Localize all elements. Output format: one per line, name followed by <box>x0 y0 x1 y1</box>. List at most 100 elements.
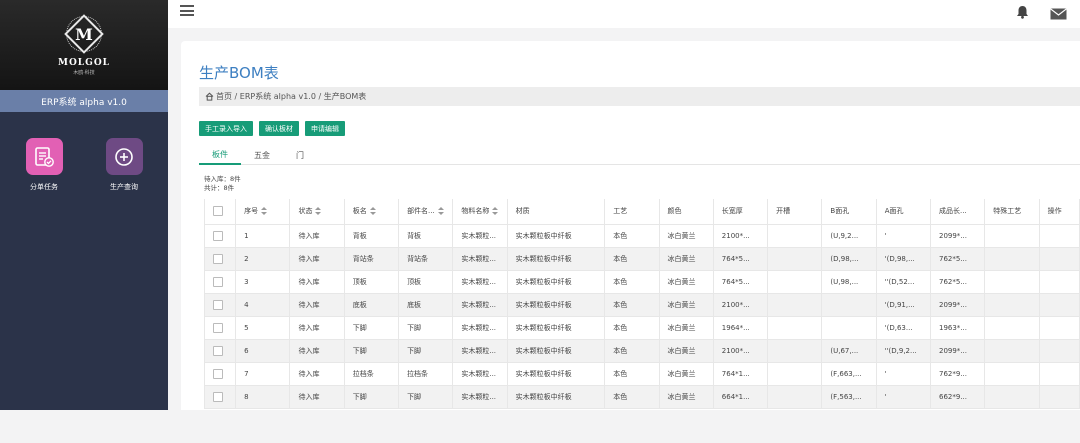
sort-icon[interactable] <box>261 207 268 216</box>
table-cell: 8 <box>235 384 291 409</box>
select-all-checkbox[interactable] <box>204 199 237 225</box>
table-cell: 5 <box>235 315 291 340</box>
table-cell: 下脚 <box>343 384 400 409</box>
sort-icon[interactable] <box>492 207 499 216</box>
row-checkbox[interactable] <box>204 361 237 386</box>
row-checkbox[interactable] <box>204 315 237 340</box>
column-header-label: 特殊工艺 <box>993 207 1022 216</box>
table-cell: 2100*... <box>712 223 769 248</box>
row-checkbox[interactable] <box>204 269 237 294</box>
request-edit-button[interactable]: 申请编辑 <box>305 121 345 136</box>
table-cell: 2099*... <box>929 223 986 248</box>
table-row[interactable]: 5 待入库 下脚 下脚 实木颗粒... 实木颗粒板中纤板 本色 冰白黄兰 1964*... '(D… <box>204 315 1080 340</box>
table-cell <box>767 292 823 317</box>
app-production-query[interactable]: 生产查询 <box>89 138 159 192</box>
table-row[interactable]: 3 待入库 顶板 顶板 实木颗粒... 实木颗粒板中纤板 本色 冰白黄兰 764*5... (U,… <box>204 269 1080 294</box>
column-header: 特殊工艺 <box>984 199 1040 225</box>
table-cell: 实木颗粒... <box>452 246 508 271</box>
table-cell: 实木颗粒... <box>452 361 508 386</box>
toolbar: 手工录入导入 确认板材 申请编辑 <box>199 121 345 136</box>
table-cell: 764*5... <box>712 269 769 294</box>
sort-icon[interactable] <box>369 207 376 216</box>
sort-icon[interactable] <box>437 207 444 216</box>
column-header-label: B面孔 <box>830 207 850 216</box>
table-cell <box>984 384 1040 409</box>
task-doc-icon <box>25 138 63 175</box>
table-cell: 实木颗粒板中纤板 <box>506 292 606 317</box>
table-cell <box>1038 384 1080 409</box>
table-row[interactable]: 1 待入库 背板 背板 实木颗粒... 实木颗粒板中纤板 本色 冰白黄兰 2100*... (U,… <box>204 223 1080 248</box>
table-cell <box>1038 315 1080 340</box>
column-header[interactable]: 物料名称 <box>452 199 508 225</box>
table-cell <box>1038 361 1080 386</box>
bell-icon[interactable] <box>1016 4 1029 23</box>
table-cell <box>1038 338 1080 363</box>
column-header-label: 材质 <box>515 207 530 216</box>
content-panel: 生产BOM表 首页 / ERP系统 alpha v1.0 / 生产BOM表 手工… <box>181 41 1080 410</box>
column-header: 材质 <box>506 199 606 225</box>
table-row[interactable]: 2 待入库 背站条 背站条 实木颗粒... 实木颗粒板中纤板 本色 冰白黄兰 764*5...(… <box>204 246 1080 271</box>
logo[interactable]: M MOLGOL 木鸥·科技 <box>0 0 168 90</box>
table-cell: 实木颗粒... <box>452 292 508 317</box>
table-row[interactable]: 4 待入库 底板 底板 实木颗粒... 实木颗粒板中纤板 本色 冰白黄兰 2100*... '(D… <box>204 292 1080 317</box>
table-cell: 下脚 <box>398 338 454 363</box>
table-cell <box>1038 269 1080 294</box>
table-cell: 下脚 <box>398 384 454 409</box>
table-cell: 762*9... <box>929 361 986 386</box>
tab-doors[interactable]: 门 <box>283 145 317 165</box>
column-header: B面孔 <box>821 199 877 225</box>
table-cell: ' <box>875 384 931 409</box>
app-dispatch-task[interactable]: 分单任务 <box>9 138 79 192</box>
table-cell: '(D,91,... <box>875 292 931 317</box>
total-count: 共计：8件 <box>204 184 235 192</box>
row-checkbox[interactable] <box>204 384 237 409</box>
column-header[interactable]: 部件名... <box>398 199 454 225</box>
table-cell: '(D,98,... <box>875 246 931 271</box>
table-cell: 662*9... <box>929 384 986 409</box>
tab-hardware[interactable]: 五金 <box>241 145 283 165</box>
column-header[interactable]: 板名 <box>343 199 400 225</box>
logo-emblem-icon: M <box>64 14 104 54</box>
table-cell: 7 <box>235 361 291 386</box>
column-header-label: 开槽 <box>776 207 791 216</box>
table-cell: 2 <box>235 246 291 271</box>
manual-import-button[interactable]: 手工录入导入 <box>199 121 253 136</box>
row-checkbox[interactable] <box>204 338 237 363</box>
table-cell: 冰白黄兰 <box>658 223 714 248</box>
logo-name: MOLGOL <box>58 58 110 68</box>
table-cell: 实木颗粒... <box>452 384 508 409</box>
logo-tagline: 木鸥·科技 <box>73 70 95 76</box>
column-header[interactable]: 序号 <box>235 199 291 225</box>
confirm-board-button[interactable]: 确认板材 <box>259 121 299 136</box>
top-header <box>168 0 1080 28</box>
sort-icon[interactable] <box>315 207 322 216</box>
table-row[interactable]: 6 待入库 下脚 下脚 实木颗粒... 实木颗粒板中纤板 本色 冰白黄兰 2100*... (U,… <box>204 338 1080 363</box>
row-checkbox[interactable] <box>204 246 237 271</box>
table-cell <box>767 315 823 340</box>
app-label: 分单任务 <box>30 183 58 191</box>
table-row[interactable]: 8 待入库 下脚 下脚 实木颗粒... 实木颗粒板中纤板 本色 冰白黄兰 664*1... (F,… <box>204 384 1080 409</box>
column-header-label: 工艺 <box>613 207 628 216</box>
mail-icon[interactable] <box>1050 5 1067 24</box>
summary-counts: 待入库：8件 共计：8件 <box>204 175 241 193</box>
table-cell: 冰白黄兰 <box>658 338 714 363</box>
table-row[interactable]: 7 待入库 拉档条 拉档条 实木颗粒... 实木颗粒板中纤板 本色 冰白黄兰 764*1...(… <box>204 361 1080 386</box>
row-checkbox[interactable] <box>204 292 237 317</box>
table-cell <box>767 246 823 271</box>
home-icon[interactable] <box>205 92 214 101</box>
tab-panels[interactable]: 板件 <box>199 145 241 165</box>
row-checkbox[interactable] <box>204 223 237 248</box>
menu-toggle-icon[interactable] <box>180 5 194 16</box>
column-header-label: 序号 <box>244 207 259 216</box>
breadcrumb-text[interactable]: 首页 / ERP系统 alpha v1.0 / 生产BOM表 <box>216 91 366 102</box>
table-cell <box>821 292 877 317</box>
table-cell: 实木颗粒板中纤板 <box>506 223 606 248</box>
table-cell: 本色 <box>604 292 660 317</box>
column-header[interactable]: 状态 <box>289 199 345 225</box>
table-cell <box>984 223 1040 248</box>
column-header: 长宽厚 <box>712 199 769 225</box>
table-cell: 1 <box>235 223 291 248</box>
table-cell: 背板 <box>343 223 400 248</box>
table-cell: 待入库 <box>289 269 345 294</box>
table-cell: 实木颗粒板中纤板 <box>506 315 606 340</box>
